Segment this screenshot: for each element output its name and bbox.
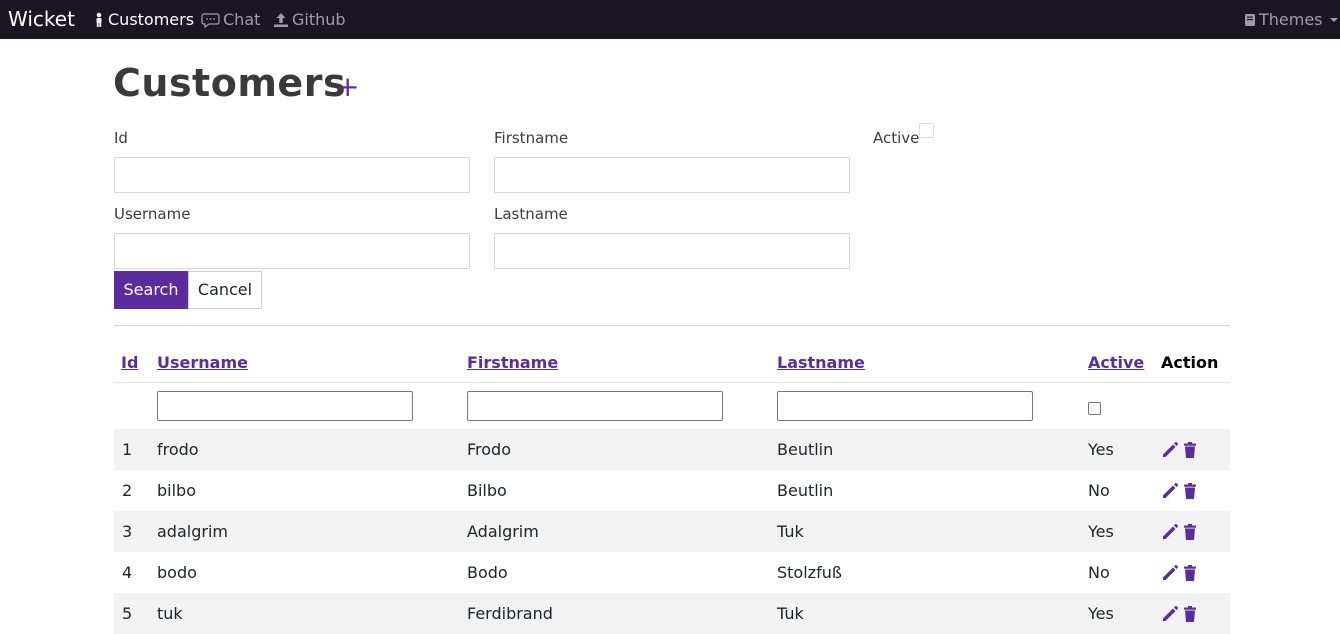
brand-logo[interactable]: Wicket (8, 7, 75, 31)
cell-lastname: Beutlin (777, 440, 834, 459)
firstname-filter-input[interactable] (467, 391, 723, 421)
upload-icon (274, 12, 288, 27)
themes-dropdown[interactable]: Themes (1244, 10, 1338, 29)
nav-item-label: Customers (108, 10, 195, 29)
table-row: 2 bilbo Bilbo Beutlin No (114, 470, 1230, 511)
cell-username: bodo (157, 563, 197, 582)
cell-active: Yes (1088, 440, 1114, 459)
chevron-down-icon (1329, 17, 1338, 22)
trash-icon[interactable] (1181, 523, 1199, 541)
cell-username: frodo (157, 440, 199, 459)
cell-lastname: Stolzfuß (777, 563, 842, 582)
column-header-active[interactable]: Active (1088, 353, 1144, 372)
column-header-lastname[interactable]: Lastname (777, 353, 865, 372)
cell-active: No (1088, 481, 1110, 500)
table-row: 3 adalgrim Adalgrim Tuk Yes (114, 511, 1230, 552)
nav-item-chat[interactable]: Chat (201, 10, 260, 29)
lastname-input[interactable] (494, 233, 850, 269)
cell-username: adalgrim (157, 522, 228, 541)
cell-id: 4 (122, 563, 133, 582)
id-label: Id (114, 129, 128, 147)
cell-id: 1 (122, 440, 133, 459)
username-filter-input[interactable] (157, 391, 413, 421)
cell-id: 3 (122, 522, 133, 541)
navbar: Wicket Customers Chat Github Themes (0, 0, 1340, 39)
divider (114, 382, 1230, 383)
lastname-label: Lastname (494, 205, 568, 223)
column-header-username[interactable]: Username (157, 353, 248, 372)
active-checkbox[interactable] (919, 123, 934, 138)
cancel-button[interactable]: Cancel (188, 271, 262, 309)
id-input[interactable] (114, 157, 470, 193)
chat-icon (201, 12, 220, 28)
lastname-filter-input[interactable] (777, 391, 1033, 421)
cell-username: bilbo (157, 481, 196, 500)
edit-icon[interactable] (1161, 523, 1179, 541)
nav-item-label: Github (292, 10, 346, 29)
edit-icon[interactable] (1161, 605, 1179, 623)
cell-lastname: Tuk (777, 522, 804, 541)
nav-item-github[interactable]: Github (273, 10, 346, 29)
search-button[interactable]: Search (114, 271, 188, 309)
username-input[interactable] (114, 233, 470, 269)
cell-id: 2 (122, 481, 133, 500)
cell-firstname: Bodo (467, 563, 508, 582)
column-header-id[interactable]: Id (121, 353, 138, 372)
page-title: Customers (113, 61, 347, 105)
cell-lastname: Beutlin (777, 481, 834, 500)
trash-icon[interactable] (1181, 482, 1199, 500)
edit-icon[interactable] (1161, 441, 1179, 459)
username-label: Username (114, 205, 191, 223)
firstname-input[interactable] (494, 157, 850, 193)
column-header-action: Action (1161, 353, 1219, 372)
table-row: 4 bodo Bodo Stolzfuß No (114, 552, 1230, 593)
divider (114, 325, 1230, 326)
cell-firstname: Adalgrim (467, 522, 539, 541)
person-icon (96, 12, 102, 27)
cell-firstname: Bilbo (467, 481, 507, 500)
themes-label: Themes (1259, 10, 1323, 29)
trash-icon[interactable] (1181, 441, 1199, 459)
book-icon (1245, 13, 1255, 26)
active-label: Active (873, 129, 920, 147)
nav-item-customers[interactable]: Customers (93, 10, 194, 29)
cell-active: Yes (1088, 522, 1114, 541)
cell-active: No (1088, 563, 1110, 582)
cell-firstname: Frodo (467, 440, 511, 459)
trash-icon[interactable] (1181, 564, 1199, 582)
firstname-label: Firstname (494, 129, 569, 147)
active-filter-checkbox[interactable] (1088, 402, 1101, 415)
trash-icon[interactable] (1181, 605, 1199, 623)
column-header-firstname[interactable]: Firstname (467, 353, 558, 372)
nav-item-label: Chat (223, 10, 261, 29)
edit-icon[interactable] (1161, 564, 1179, 582)
edit-icon[interactable] (1161, 482, 1179, 500)
add-customer-button[interactable]: + (336, 73, 359, 101)
table-row: 1 frodo Frodo Beutlin Yes (114, 429, 1230, 470)
